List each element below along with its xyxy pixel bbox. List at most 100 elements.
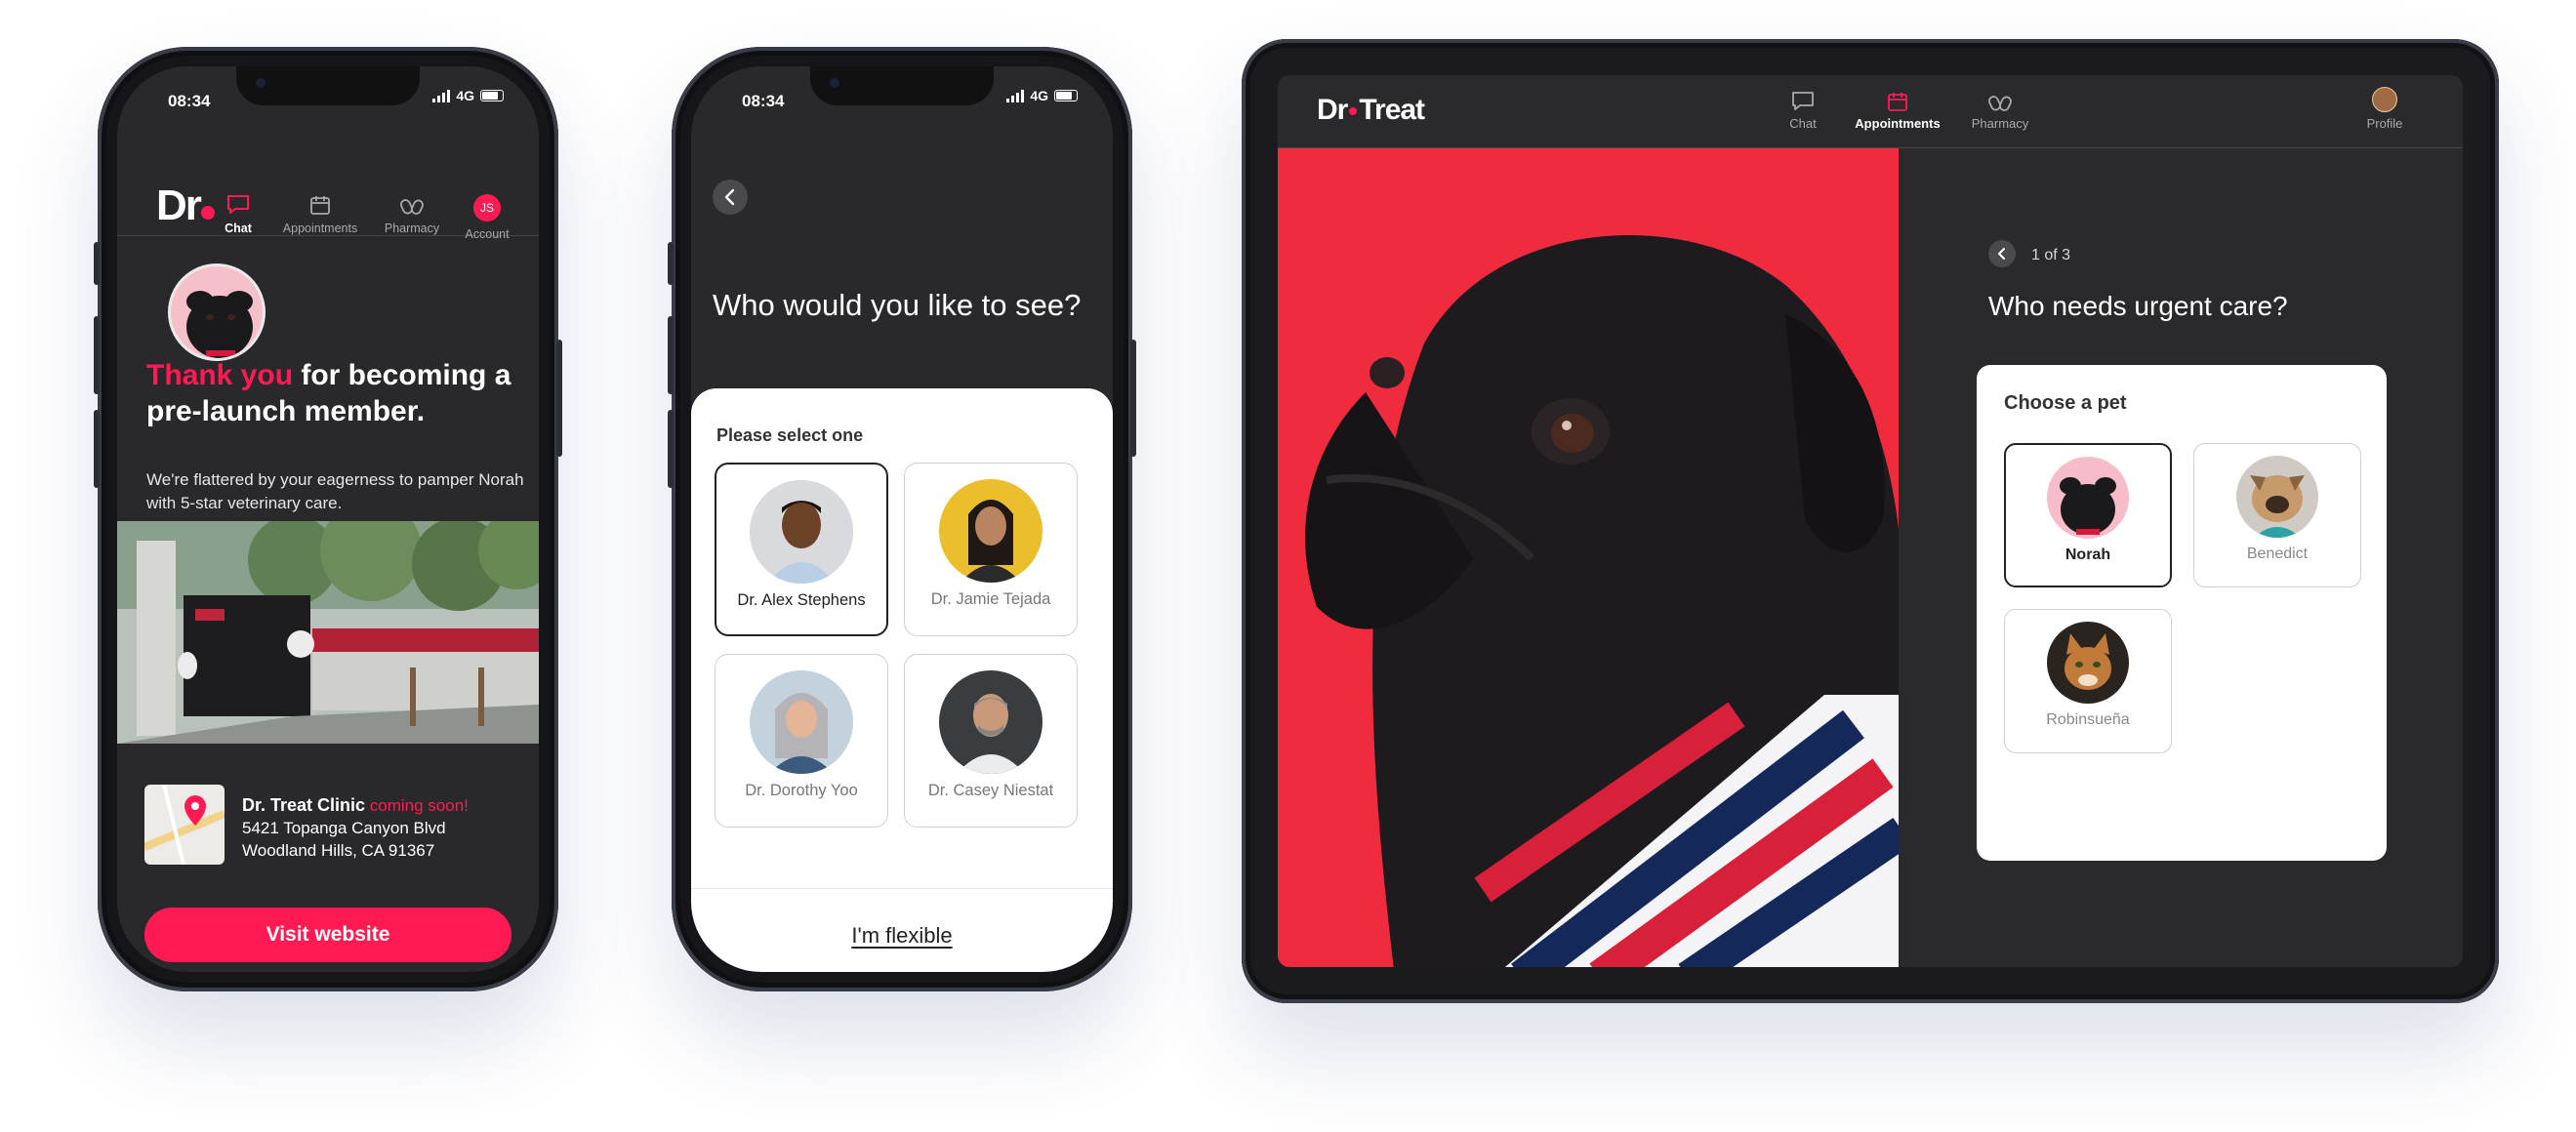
nav-profile[interactable]: Profile bbox=[2355, 87, 2414, 131]
vet-name: Dr. Alex Stephens bbox=[737, 591, 866, 609]
logo-dot bbox=[200, 206, 215, 220]
phone-screen: 08:34 4G Who would you like to see? Plea… bbox=[691, 66, 1113, 972]
profile-label: Profile bbox=[2366, 116, 2403, 131]
nav-label: Chat bbox=[1789, 116, 1817, 131]
power-button bbox=[1130, 340, 1136, 457]
notch bbox=[236, 66, 420, 105]
back-button[interactable] bbox=[713, 180, 748, 215]
card-label: Choose a pet bbox=[2004, 392, 2127, 414]
nav-label: Appointments bbox=[1855, 116, 1941, 131]
notch bbox=[810, 66, 994, 105]
signal-icon bbox=[1006, 89, 1025, 102]
nav-label: Account bbox=[465, 227, 510, 241]
logo-text-right: Treat bbox=[1359, 94, 1425, 126]
pug-photo bbox=[186, 291, 253, 358]
status-time: 08:34 bbox=[742, 92, 785, 110]
pet-photo bbox=[2047, 622, 2129, 704]
im-flexible-link[interactable]: I'm flexible bbox=[691, 923, 1113, 949]
logo-dot bbox=[1349, 107, 1358, 116]
status-icons: 4G bbox=[432, 88, 504, 103]
calendar-icon bbox=[310, 196, 330, 215]
visit-website-button[interactable]: Visit website bbox=[144, 908, 511, 962]
step-indicator: 1 of 3 bbox=[2031, 247, 2071, 263]
nav-tab-appointments[interactable]: Appointments bbox=[1844, 91, 1951, 131]
pet-name: Norah bbox=[2065, 546, 2111, 563]
nav-tab-appointments[interactable]: Appointments bbox=[271, 194, 369, 235]
pet-selection-card: Choose a pet Norah Benedict Robinsueña bbox=[1977, 365, 2387, 861]
tablet-mockup-urgent-care: Dr Treat Chat Appointments Pharmacy Profi… bbox=[1242, 39, 2499, 1003]
top-nav: Dr Treat Chat Appointments Pharmacy Profi… bbox=[1278, 75, 2463, 148]
vet-photo bbox=[939, 670, 1043, 774]
vet-photo bbox=[750, 480, 853, 584]
chat-icon bbox=[227, 195, 249, 214]
nav-tab-pharmacy[interactable]: Pharmacy bbox=[1961, 91, 2039, 131]
chat-icon bbox=[1792, 92, 1814, 110]
power-button bbox=[556, 340, 562, 457]
clinic-address-line2: Woodland Hills, CA 91367 bbox=[242, 841, 435, 860]
page-title: Who needs urgent care? bbox=[1988, 291, 2288, 321]
card-label: Please select one bbox=[716, 425, 864, 445]
pet-name: Robinsueña bbox=[2046, 711, 2130, 728]
account-avatar: JS bbox=[473, 194, 501, 222]
network-label: 4G bbox=[1030, 88, 1048, 103]
vet-photo bbox=[750, 670, 853, 774]
volume-down-button bbox=[668, 410, 674, 488]
pet-avatar-norah bbox=[168, 263, 266, 361]
brand-logo[interactable]: Dr Treat bbox=[1317, 94, 1425, 127]
vet-option-dorothy-yoo[interactable]: Dr. Dorothy Yoo bbox=[715, 654, 888, 828]
headline-highlight: Thank you bbox=[146, 359, 294, 391]
vet-option-casey-niestat[interactable]: Dr. Casey Niestat bbox=[904, 654, 1078, 828]
status-icons: 4G bbox=[1006, 88, 1078, 103]
vet-option-jamie-tejada[interactable]: Dr. Jamie Tejada bbox=[904, 463, 1078, 636]
brand-logo[interactable]: Dr bbox=[156, 182, 215, 230]
tablet-screen: Dr Treat Chat Appointments Pharmacy Profi… bbox=[1278, 75, 2463, 967]
logo-text-left: Dr bbox=[1317, 94, 1348, 126]
nav-label: Chat bbox=[225, 222, 252, 235]
top-nav: Dr Chat Appointments Pharmacy JS Account bbox=[117, 142, 539, 241]
vet-option-alex-stephens[interactable]: Dr. Alex Stephens bbox=[715, 463, 888, 636]
urgent-care-panel: 1 of 3 Who needs urgent care? Choose a p… bbox=[1899, 148, 2463, 967]
pills-icon bbox=[399, 199, 424, 215]
clinic-name: Dr. Treat Clinic bbox=[242, 795, 366, 815]
battery-icon bbox=[480, 90, 504, 101]
clinic-info-row[interactable]: Dr. Treat Clinic coming soon! 5421 Topan… bbox=[144, 785, 519, 867]
vet-name: Dr. Casey Niestat bbox=[927, 782, 1054, 799]
welcome-headline: Thank you for becoming a pre-launch memb… bbox=[146, 357, 537, 429]
divider bbox=[691, 888, 1113, 889]
pet-name: Benedict bbox=[2246, 546, 2309, 562]
nav-tab-pharmacy[interactable]: Pharmacy bbox=[373, 194, 451, 235]
pills-icon bbox=[1987, 96, 2012, 111]
vet-selection-card: Please select one Dr. Alex Stephens Dr. … bbox=[691, 388, 1113, 972]
pug-hero-image bbox=[1278, 148, 1899, 967]
chevron-left-icon bbox=[1998, 248, 2005, 260]
logo-text: Dr bbox=[156, 182, 202, 229]
clinic-status: coming soon! bbox=[369, 796, 469, 815]
nav-tab-chat[interactable]: Chat bbox=[219, 194, 258, 235]
status-time: 08:34 bbox=[168, 92, 211, 110]
back-button[interactable] bbox=[1988, 240, 2016, 267]
phone-screen: 08:34 4G Dr Chat Appointments Pharmacy J… bbox=[117, 66, 539, 972]
pet-option-benedict[interactable]: Benedict bbox=[2193, 443, 2361, 587]
volume-down-button bbox=[94, 410, 100, 488]
nav-label: Pharmacy bbox=[384, 222, 440, 235]
vet-photo bbox=[939, 479, 1043, 583]
clinic-details: Dr. Treat Clinic coming soon! 5421 Topan… bbox=[242, 794, 469, 862]
clinic-address-line1: 5421 Topanga Canyon Blvd bbox=[242, 819, 446, 837]
clinic-rendering-image bbox=[117, 521, 539, 744]
pet-option-norah[interactable]: Norah bbox=[2004, 443, 2172, 587]
nav-tab-account[interactable]: JS Account bbox=[455, 194, 519, 241]
pet-photo bbox=[2236, 456, 2318, 538]
pet-photo bbox=[2047, 457, 2129, 539]
map-thumbnail[interactable] bbox=[144, 785, 225, 865]
side-button bbox=[94, 242, 100, 285]
profile-avatar bbox=[2372, 87, 2397, 112]
chevron-left-icon bbox=[724, 188, 735, 206]
nav-label: Appointments bbox=[282, 222, 358, 235]
page-title: Who would you like to see? bbox=[713, 288, 1082, 322]
vet-name: Dr. Jamie Tejada bbox=[930, 590, 1051, 608]
phone-mockup-vet-select: 08:34 4G Who would you like to see? Plea… bbox=[668, 47, 1136, 991]
nav-tab-chat[interactable]: Chat bbox=[1774, 91, 1832, 131]
pet-option-robinsuena[interactable]: Robinsueña bbox=[2004, 609, 2172, 753]
welcome-subtext: We're flattered by your eagerness to pam… bbox=[146, 470, 524, 512]
vet-name: Dr. Dorothy Yoo bbox=[745, 782, 858, 799]
